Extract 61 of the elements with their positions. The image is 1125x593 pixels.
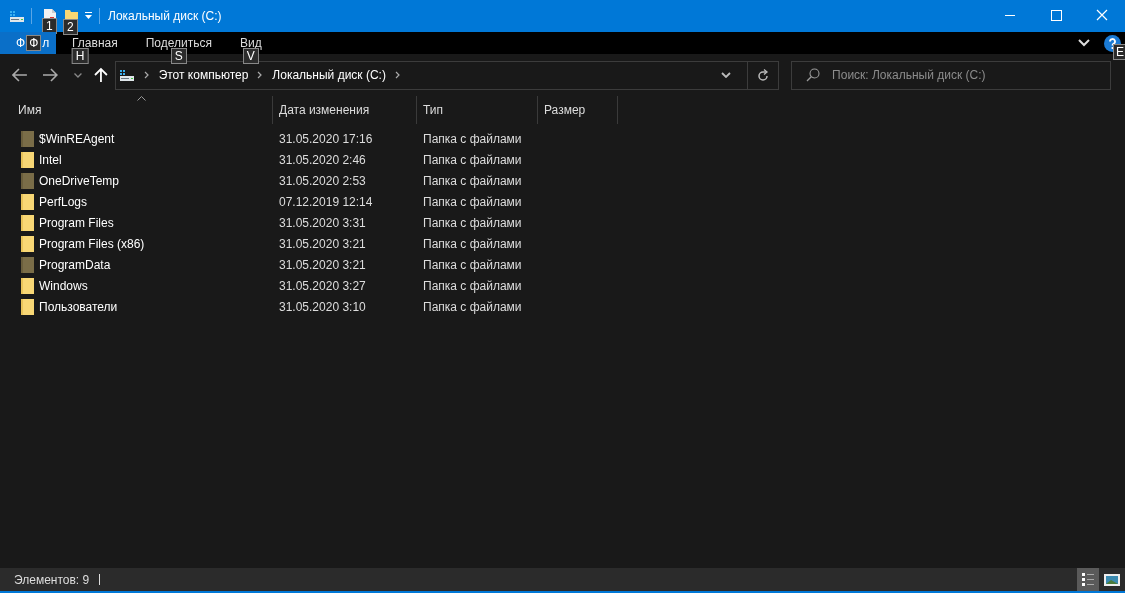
- type-cell-text: Папка с файлами: [422, 278, 523, 293]
- file-name[interactable]: Program Files: [39, 215, 114, 230]
- chevron-right-icon[interactable]: [394, 71, 401, 79]
- keytip-tooltip: E: [1113, 43, 1125, 60]
- date-cell-text: 31.05.2020 2:46: [278, 152, 367, 167]
- type-cell-text: Папка с файлами: [422, 257, 523, 272]
- refresh-icon[interactable]: [757, 68, 770, 82]
- chevron-right-icon[interactable]: [257, 71, 264, 79]
- item-count: Элементов: 9: [14, 572, 90, 587]
- search-box[interactable]: Поиск: Локальный диск (C:): [791, 60, 1111, 90]
- type-cell-text: Папка с файлами: [422, 152, 523, 167]
- window-title: Локальный диск (C:): [108, 9, 222, 23]
- address-bar[interactable]: Этот компьютер Локальный диск (C:): [114, 60, 780, 90]
- date-cell-text: 31.05.2020 3:21: [278, 257, 367, 272]
- file-name[interactable]: Program Files (x86): [39, 236, 145, 251]
- date-cell-text: 31.05.2020 17:16: [278, 131, 374, 146]
- up-arrow-icon[interactable]: [93, 67, 108, 83]
- search-icon[interactable]: [806, 68, 821, 82]
- file-name[interactable]: ProgramData: [39, 257, 111, 272]
- file-name[interactable]: Windows: [39, 278, 88, 293]
- chevron-right-icon[interactable]: [143, 71, 150, 79]
- file-name[interactable]: Intel: [39, 152, 62, 167]
- breadcrumb[interactable]: Этот компьютер: [158, 68, 249, 82]
- list-view-icon: [1082, 572, 1094, 587]
- ribbon-tab[interactable]: Ф Ф л: [0, 32, 56, 54]
- breadcrumb[interactable]: Локальный диск (C:): [272, 68, 386, 82]
- type-cell-text: Папка с файлами: [422, 236, 523, 251]
- type-cell-text: Папка с файлами: [422, 299, 523, 314]
- type-cell-text: Папка с файлами: [422, 215, 523, 230]
- date-cell-text: 31.05.2020 3:27: [278, 278, 367, 293]
- keytip-tooltip: 2: [63, 19, 78, 35]
- file-name[interactable]: Пользователи: [39, 299, 118, 314]
- image-icon: [1104, 573, 1120, 586]
- keytip-tooltip: Ф: [26, 35, 42, 51]
- column-header[interactable]: Дата изменения: [273, 96, 417, 124]
- tab-label: л: [42, 36, 50, 50]
- tab-label: Ф: [16, 36, 26, 50]
- column-header[interactable]: Тип: [417, 96, 538, 124]
- type-cell-text: Папка с файлами: [422, 131, 523, 146]
- date-cell-text: 31.05.2020 3:10: [278, 299, 367, 314]
- column-header[interactable]: Имя: [12, 96, 273, 124]
- back-arrow-icon[interactable]: [12, 68, 28, 82]
- drive-icon[interactable]: [118, 68, 135, 82]
- file-name[interactable]: OneDriveTemp: [39, 173, 120, 188]
- type-cell-text: Папка с файлами: [422, 173, 523, 188]
- dropdown-icon[interactable]: [84, 12, 93, 20]
- keytip-tooltip: S: [170, 48, 187, 64]
- file-name[interactable]: $WinREAgent: [39, 131, 115, 146]
- keytip-tooltip: H: [71, 48, 89, 64]
- date-cell-text: 07.12.2019 12:14: [278, 194, 374, 209]
- search-field[interactable]: Поиск: Локальный диск (C:): [832, 68, 1110, 82]
- date-cell-text: 31.05.2020 2:53: [278, 173, 367, 188]
- date-cell-text: 31.05.2020 3:21: [278, 236, 367, 251]
- keytip-tooltip: V: [242, 48, 259, 64]
- forward-arrow-icon[interactable]: [41, 68, 58, 82]
- type-cell-text: Папка с файлами: [422, 194, 523, 209]
- details-view-button[interactable]: [1077, 568, 1099, 591]
- date-cell-text: 31.05.2020 3:31: [278, 215, 367, 230]
- column-header[interactable]: Размер: [538, 96, 618, 124]
- chevron-down-icon[interactable]: [721, 72, 732, 78]
- file-name[interactable]: PerfLogs: [39, 194, 88, 209]
